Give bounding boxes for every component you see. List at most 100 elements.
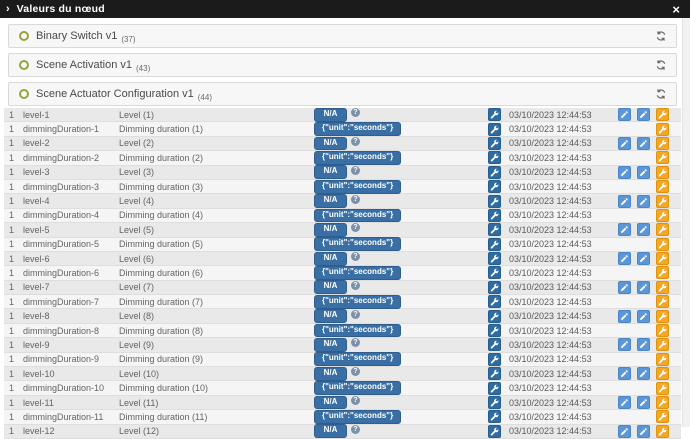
configure-wrench-icon[interactable] [656, 281, 669, 294]
configure-wrench-icon[interactable] [656, 223, 669, 236]
configure-wrench-icon[interactable] [656, 137, 669, 150]
set-value-wrench-icon[interactable] [488, 266, 501, 279]
help-icon[interactable]: ? [351, 338, 360, 347]
value-badge[interactable]: N/A [314, 108, 347, 122]
configure-wrench-icon[interactable] [656, 209, 669, 222]
set-value-wrench-icon[interactable] [488, 281, 501, 294]
edit-pencil-icon[interactable] [637, 338, 650, 351]
help-icon[interactable]: ? [351, 223, 360, 232]
edit-pencil-icon[interactable] [618, 195, 631, 208]
value-badge[interactable]: N/A [314, 309, 347, 323]
configure-wrench-icon[interactable] [656, 396, 669, 409]
configure-wrench-icon[interactable] [656, 338, 669, 351]
edit-pencil-icon[interactable] [618, 108, 631, 121]
configure-wrench-icon[interactable] [656, 295, 669, 308]
edit-pencil-icon[interactable] [637, 137, 650, 150]
refresh-icon[interactable] [655, 58, 669, 72]
help-icon[interactable]: ? [351, 310, 360, 319]
set-value-wrench-icon[interactable] [488, 151, 501, 164]
edit-pencil-icon[interactable] [618, 166, 631, 179]
edit-pencil-icon[interactable] [618, 137, 631, 150]
value-badge[interactable]: {"unit":"seconds"} [314, 295, 401, 309]
edit-pencil-icon[interactable] [637, 252, 650, 265]
value-badge[interactable]: {"unit":"seconds"} [314, 324, 401, 338]
edit-pencil-icon[interactable] [637, 166, 650, 179]
edit-pencil-icon[interactable] [637, 223, 650, 236]
edit-pencil-icon[interactable] [618, 281, 631, 294]
configure-wrench-icon[interactable] [656, 166, 669, 179]
section-scene-actuator-configuration[interactable]: Scene Actuator Configuration v1 (44) [8, 82, 677, 106]
vertical-scrollbar[interactable] [682, 18, 690, 427]
help-icon[interactable]: ? [351, 281, 360, 290]
set-value-wrench-icon[interactable] [488, 223, 501, 236]
configure-wrench-icon[interactable] [656, 252, 669, 265]
set-value-wrench-icon[interactable] [488, 367, 501, 380]
edit-pencil-icon[interactable] [618, 338, 631, 351]
section-binary-switch[interactable]: Binary Switch v1 (37) [8, 24, 677, 48]
value-badge[interactable]: N/A [314, 280, 347, 294]
edit-pencil-icon[interactable] [637, 195, 650, 208]
configure-wrench-icon[interactable] [656, 266, 669, 279]
help-icon[interactable]: ? [351, 396, 360, 405]
edit-pencil-icon[interactable] [637, 367, 650, 380]
section-scene-activation[interactable]: Scene Activation v1 (43) [8, 53, 677, 77]
edit-pencil-icon[interactable] [618, 223, 631, 236]
value-badge[interactable]: {"unit":"seconds"} [314, 122, 401, 136]
help-icon[interactable]: ? [351, 166, 360, 175]
value-badge[interactable]: N/A [314, 223, 347, 237]
edit-pencil-icon[interactable] [637, 396, 650, 409]
set-value-wrench-icon[interactable] [488, 310, 501, 323]
edit-pencil-icon[interactable] [637, 281, 650, 294]
set-value-wrench-icon[interactable] [488, 353, 501, 366]
set-value-wrench-icon[interactable] [488, 410, 501, 423]
value-badge[interactable]: {"unit":"seconds"} [314, 180, 401, 194]
set-value-wrench-icon[interactable] [488, 137, 501, 150]
help-icon[interactable]: ? [351, 252, 360, 261]
close-icon[interactable]: × [668, 3, 684, 16]
set-value-wrench-icon[interactable] [488, 252, 501, 265]
value-badge[interactable]: N/A [314, 165, 347, 179]
value-badge[interactable]: N/A [314, 367, 347, 381]
edit-pencil-icon[interactable] [618, 396, 631, 409]
help-icon[interactable]: ? [351, 195, 360, 204]
configure-wrench-icon[interactable] [656, 195, 669, 208]
set-value-wrench-icon[interactable] [488, 166, 501, 179]
configure-wrench-icon[interactable] [656, 367, 669, 380]
edit-pencil-icon[interactable] [637, 108, 650, 121]
set-value-wrench-icon[interactable] [488, 338, 501, 351]
value-badge[interactable]: {"unit":"seconds"} [314, 237, 401, 251]
set-value-wrench-icon[interactable] [488, 295, 501, 308]
edit-pencil-icon[interactable] [618, 252, 631, 265]
configure-wrench-icon[interactable] [656, 180, 669, 193]
set-value-wrench-icon[interactable] [488, 195, 501, 208]
value-badge[interactable]: {"unit":"seconds"} [314, 209, 401, 223]
set-value-wrench-icon[interactable] [488, 108, 501, 121]
configure-wrench-icon[interactable] [656, 353, 669, 366]
help-icon[interactable]: ? [351, 108, 360, 117]
help-icon[interactable]: ? [351, 425, 360, 434]
configure-wrench-icon[interactable] [656, 310, 669, 323]
value-badge[interactable]: N/A [314, 194, 347, 208]
help-icon[interactable]: ? [351, 137, 360, 146]
value-badge[interactable]: N/A [314, 424, 347, 438]
set-value-wrench-icon[interactable] [488, 123, 501, 136]
set-value-wrench-icon[interactable] [488, 382, 501, 395]
value-badge[interactable]: {"unit":"seconds"} [314, 381, 401, 395]
set-value-wrench-icon[interactable] [488, 396, 501, 409]
set-value-wrench-icon[interactable] [488, 238, 501, 251]
refresh-icon[interactable] [655, 87, 669, 101]
value-badge[interactable]: {"unit":"seconds"} [314, 151, 401, 165]
value-badge[interactable]: N/A [314, 338, 347, 352]
configure-wrench-icon[interactable] [656, 108, 669, 121]
set-value-wrench-icon[interactable] [488, 209, 501, 222]
help-icon[interactable]: ? [351, 367, 360, 376]
value-badge[interactable]: {"unit":"seconds"} [314, 410, 401, 424]
edit-pencil-icon[interactable] [618, 310, 631, 323]
refresh-icon[interactable] [655, 29, 669, 43]
configure-wrench-icon[interactable] [656, 151, 669, 164]
configure-wrench-icon[interactable] [656, 324, 669, 337]
value-badge[interactable]: N/A [314, 137, 347, 151]
set-value-wrench-icon[interactable] [488, 180, 501, 193]
configure-wrench-icon[interactable] [656, 123, 669, 136]
set-value-wrench-icon[interactable] [488, 324, 501, 337]
